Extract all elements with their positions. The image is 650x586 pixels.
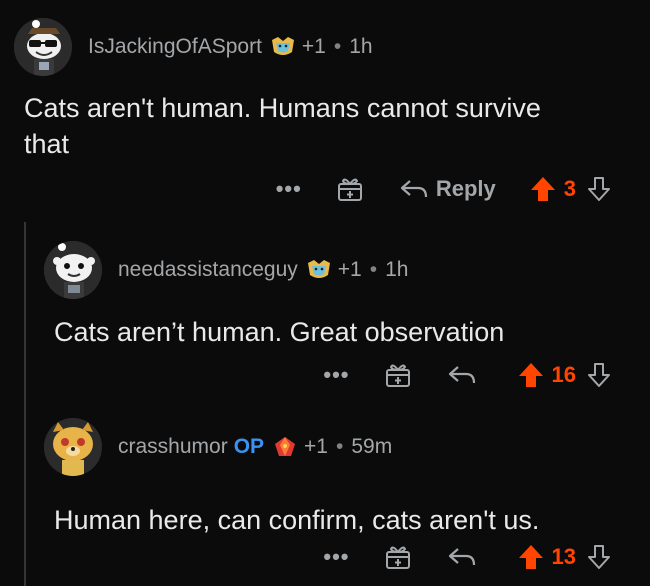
username[interactable]: crasshumor	[118, 435, 228, 459]
comment-1: IsJackingOfASport +1 • 1h Cats aren't hu…	[0, 0, 650, 222]
vote-score: 3	[563, 176, 576, 201]
karma-award: +1	[337, 258, 362, 281]
smiling-cat-flair-icon	[270, 36, 296, 58]
reply-label: Reply	[435, 176, 496, 201]
username[interactable]: IsJackingOfASport	[88, 35, 262, 59]
comment-header: crasshumor OP +1 • 59m	[44, 412, 392, 482]
comment-meta: needassistanceguy +1 • 1h	[118, 258, 408, 282]
reply-button[interactable]: Reply	[400, 176, 496, 202]
yellow-dog-avatar-icon	[44, 418, 102, 476]
downvote-arrow-icon[interactable]	[586, 175, 612, 203]
comment-body: Human here, can confirm, cats aren't us.	[54, 505, 540, 535]
downvote-arrow-icon[interactable]	[586, 361, 612, 389]
avatar[interactable]	[14, 18, 72, 76]
avatar[interactable]	[44, 241, 102, 299]
comment-header: needassistanceguy +1 • 1h	[44, 236, 408, 304]
timestamp: 1h	[349, 35, 373, 58]
upvote-arrow-icon[interactable]	[518, 361, 544, 389]
meta-separator: •	[336, 435, 344, 458]
gift-icon[interactable]	[384, 543, 412, 571]
comment-meta: IsJackingOfASport +1 • 1h	[88, 35, 373, 59]
reply-arrow-icon	[448, 548, 475, 566]
meta-separator: •	[369, 258, 378, 281]
reply-button[interactable]	[448, 364, 484, 386]
comment-meta: crasshumor OP +1 • 59m	[118, 435, 392, 459]
karma-award: +1	[304, 435, 328, 458]
op-badge: OP	[233, 435, 265, 458]
meta-separator: •	[333, 35, 342, 58]
more-options-button[interactable]: •••	[276, 176, 302, 202]
comment-thread: IsJackingOfASport +1 • 1h Cats aren't hu…	[0, 0, 650, 586]
gift-icon[interactable]	[384, 361, 412, 389]
karma-award: +1	[301, 35, 326, 58]
more-options-button[interactable]: •••	[323, 362, 349, 388]
timestamp: 59m	[351, 435, 393, 458]
gift-icon[interactable]	[336, 175, 364, 203]
upvote-arrow-icon[interactable]	[530, 175, 556, 203]
snoo-avatar-icon	[44, 241, 102, 299]
upvote-arrow-icon[interactable]	[518, 543, 544, 571]
downvote-arrow-icon[interactable]	[586, 543, 612, 571]
reply-button[interactable]	[448, 546, 484, 568]
red-gem-flair-icon	[272, 436, 298, 458]
smiling-cat-flair-icon	[306, 259, 332, 281]
more-options-button[interactable]: •••	[323, 544, 349, 570]
snoo-sunglasses-avatar-icon	[14, 18, 72, 76]
vote-score: 16	[551, 362, 576, 387]
comment-body: Cats aren’t human. Great observation	[54, 317, 505, 347]
comment-actions: ••• Reply 3	[276, 172, 612, 206]
vote-score: 13	[551, 544, 576, 569]
comment-header: IsJackingOfASport +1 • 1h	[14, 12, 373, 82]
comment-3: crasshumor OP +1 • 59m Human here, can c…	[0, 398, 650, 586]
comment-body: Cats aren't human. Humans cannot survive…	[24, 93, 541, 159]
timestamp: 1h	[385, 258, 409, 281]
comment-actions: •••	[323, 358, 612, 392]
username[interactable]: needassistanceguy	[118, 258, 298, 282]
comment-2: needassistanceguy +1 • 1h Cats aren’t hu…	[0, 222, 650, 398]
reply-arrow-icon	[400, 180, 427, 198]
avatar[interactable]	[44, 418, 102, 476]
comment-actions: •••	[323, 540, 612, 574]
reply-arrow-icon	[448, 366, 475, 384]
